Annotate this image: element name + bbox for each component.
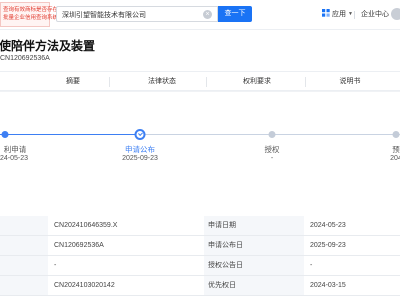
publication-number: CN120692536A: [0, 55, 50, 62]
header-divider: [354, 11, 355, 19]
tab-claims[interactable]: 权利要求: [243, 76, 271, 86]
enterprise-center-link[interactable]: 企业中心: [361, 9, 389, 19]
table-label-text: 优先权日: [208, 282, 236, 289]
table-label-cell: 授权公告日: [204, 256, 304, 275]
tab-divider: [109, 77, 110, 87]
tab-divider: [305, 77, 306, 87]
table-value-cell: CN202410646359.X: [48, 216, 204, 235]
table-label-cell: [0, 276, 48, 295]
apps-menu-button[interactable]: 应用 ▼: [322, 9, 353, 21]
table-value-cell: CN2024103020142: [48, 276, 204, 295]
table-value-cell: -: [48, 256, 204, 275]
page-title-text: 陪伴方法及装置: [11, 39, 96, 53]
top-bar: 查询有效商标是否存在 批量企业信用查询系统 深圳引望智能技术有限公司 × 查一下…: [0, 0, 400, 30]
table-label-cell: [0, 236, 48, 255]
table-label-cell: 申请日期: [204, 216, 304, 235]
timeline-step-date: 204: [390, 155, 400, 162]
table-value-cell: 2024-05-23: [304, 216, 400, 235]
table-value-cell: CN120692536A: [48, 236, 204, 255]
promo-banner[interactable]: 查询有效商标是否存在 批量企业信用查询系统: [0, 2, 58, 27]
search-input-value: 深圳引望智能技术有限公司: [62, 12, 146, 19]
table-row: CN202410646359.X 申请日期 2024-05-23: [0, 216, 400, 236]
tab-bar: 摘要 法律状态 权利要求 说明书: [0, 71, 400, 91]
timeline-step-date: -: [270, 155, 274, 162]
table-label-text: 申请公布日: [208, 242, 243, 249]
timeline-step-dot: [392, 131, 400, 138]
chevron-down-icon: ▼: [348, 11, 353, 17]
table-row: CN2024103020142 优先权日 2024-03-15: [0, 276, 400, 296]
avatar[interactable]: [391, 8, 400, 20]
table-label-text: 授权公告日: [208, 262, 243, 269]
timeline-step-label: 利申请: [3, 145, 27, 154]
promo-banner-line2: 批量企业信用查询系统: [3, 15, 59, 21]
table-row: CN120692536A 申请公布日 2025-09-23: [0, 236, 400, 256]
timeline-step-date: 2025-09-23: [122, 155, 158, 162]
tab-abstract[interactable]: 摘要: [66, 76, 80, 86]
timeline-step-label: 预: [392, 145, 400, 154]
timeline-line-done: [0, 134, 135, 135]
tab-legal-status[interactable]: 法律状态: [148, 76, 176, 86]
table-row: - 授权公告日 -: [0, 256, 400, 276]
table-value-cell: 2024-03-15: [304, 276, 400, 295]
tab-underline: [0, 91, 400, 92]
table-label-cell: 申请公布日: [204, 236, 304, 255]
timeline-step-label: 授权: [264, 145, 280, 154]
grid-icon: [322, 9, 330, 17]
table-label-cell: [0, 216, 48, 235]
tab-divider: [206, 77, 207, 87]
apps-menu-label: 应用: [332, 11, 346, 18]
timeline-step-date: 24-05-23: [0, 155, 29, 162]
search-button[interactable]: 查一下: [218, 6, 252, 22]
search-input[interactable]: 深圳引望智能技术有限公司 ×: [56, 6, 218, 22]
table-label-cell: 优先权日: [204, 276, 304, 295]
table-label-cell: [0, 256, 48, 275]
timeline-step-label: 申请公布: [125, 145, 155, 154]
table-value-cell: -: [304, 256, 400, 275]
table-label-text: 申请日期: [208, 222, 236, 229]
status-timeline: 利申请 24-05-23 申请公布 2025-09-23 授权 - 预 204: [0, 125, 400, 175]
check-icon: [134, 129, 146, 140]
promo-banner-line1: 查询有效商标是否存在: [3, 7, 59, 13]
page-title: 使陪伴方法及装置: [0, 37, 95, 54]
table-value-cell: 2025-09-23: [304, 236, 400, 255]
timeline-step-dot: [1, 131, 9, 138]
tab-description[interactable]: 说明书: [340, 76, 361, 86]
timeline-step-dot: [268, 131, 276, 138]
page-title-prefix: 使: [0, 39, 12, 53]
clear-icon[interactable]: ×: [203, 10, 212, 19]
